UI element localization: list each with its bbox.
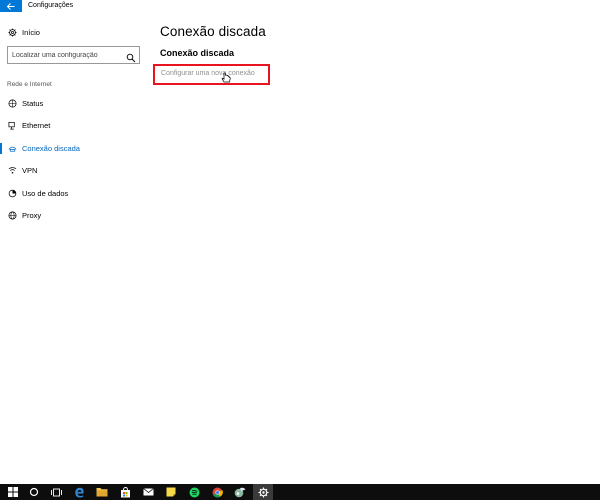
- sidebar-item-data-usage[interactable]: Uso de dados: [0, 183, 150, 203]
- task-view-button[interactable]: [46, 484, 66, 500]
- settings-gear-icon: [258, 487, 268, 497]
- section-label: Rede e Internet: [7, 81, 52, 88]
- search-input[interactable]: [12, 49, 122, 61]
- globe-icon: [7, 210, 17, 220]
- section-title: Conexão discada: [160, 48, 235, 58]
- app-taskbar-button[interactable]: [230, 484, 250, 500]
- hand-cursor-icon: [221, 72, 231, 83]
- sidebar: Início Rede e Internet Status Ethernet C…: [0, 12, 150, 484]
- sidebar-item-proxy[interactable]: Proxy: [0, 205, 150, 225]
- search-box[interactable]: [7, 46, 140, 64]
- vpn-icon: [7, 165, 17, 175]
- sidebar-item-label: Proxy: [22, 210, 42, 220]
- sidebar-item-label: Conexão discada: [22, 143, 80, 153]
- store-button[interactable]: [115, 484, 135, 500]
- back-button[interactable]: [0, 0, 22, 12]
- sticky-notes-button[interactable]: [161, 484, 181, 500]
- edge-taskbar-button[interactable]: [69, 484, 89, 500]
- app-icon: [234, 487, 246, 497]
- sidebar-item-ethernet[interactable]: Ethernet: [0, 115, 150, 135]
- sidebar-item-label: VPN: [22, 165, 38, 175]
- sidebar-item-label: Ethernet: [22, 120, 51, 130]
- data-usage-icon: [7, 188, 17, 198]
- dialup-icon: [7, 143, 17, 153]
- sidebar-item-status[interactable]: Status: [0, 93, 150, 113]
- file-explorer-button[interactable]: [92, 484, 112, 500]
- settings-taskbar-button[interactable]: [253, 484, 273, 500]
- shopping-bag-icon: [120, 486, 130, 497]
- mail-button[interactable]: [138, 484, 158, 500]
- folder-icon: [96, 488, 108, 497]
- globe-status-icon: [7, 98, 17, 108]
- title-bar: Configurações: [0, 0, 600, 12]
- page-title: Conexão discada: [160, 24, 266, 39]
- spotify-icon: [189, 487, 199, 497]
- edge-icon: [74, 487, 84, 497]
- sidebar-item-label: Uso de dados: [22, 188, 69, 198]
- sidebar-item-dialup[interactable]: Conexão discada: [0, 138, 150, 158]
- sidebar-item-vpn[interactable]: VPN: [0, 160, 150, 180]
- task-view-icon: [50, 488, 62, 496]
- chrome-icon: [212, 487, 223, 497]
- back-arrow-icon: [7, 2, 15, 10]
- windows-logo-icon: [8, 487, 18, 497]
- sidebar-item-label: Início: [22, 27, 40, 37]
- spotify-button[interactable]: [184, 484, 204, 500]
- ethernet-icon: [7, 120, 17, 130]
- sticky-note-icon: [166, 487, 176, 497]
- sidebar-item-label: Status: [22, 98, 44, 108]
- sidebar-item-home[interactable]: Início: [0, 22, 150, 42]
- window-title: Configurações: [28, 2, 74, 9]
- start-button[interactable]: [3, 484, 23, 500]
- setup-new-connection-link[interactable]: Configurar uma nova conexão: [161, 70, 255, 77]
- search-icon[interactable]: [126, 50, 136, 63]
- gear-icon: [7, 27, 17, 37]
- mail-envelope-icon: [142, 488, 154, 496]
- taskbar: [0, 484, 600, 500]
- cortana-circle-icon: [29, 487, 39, 497]
- cortana-button[interactable]: [24, 484, 44, 500]
- chrome-button[interactable]: [207, 484, 227, 500]
